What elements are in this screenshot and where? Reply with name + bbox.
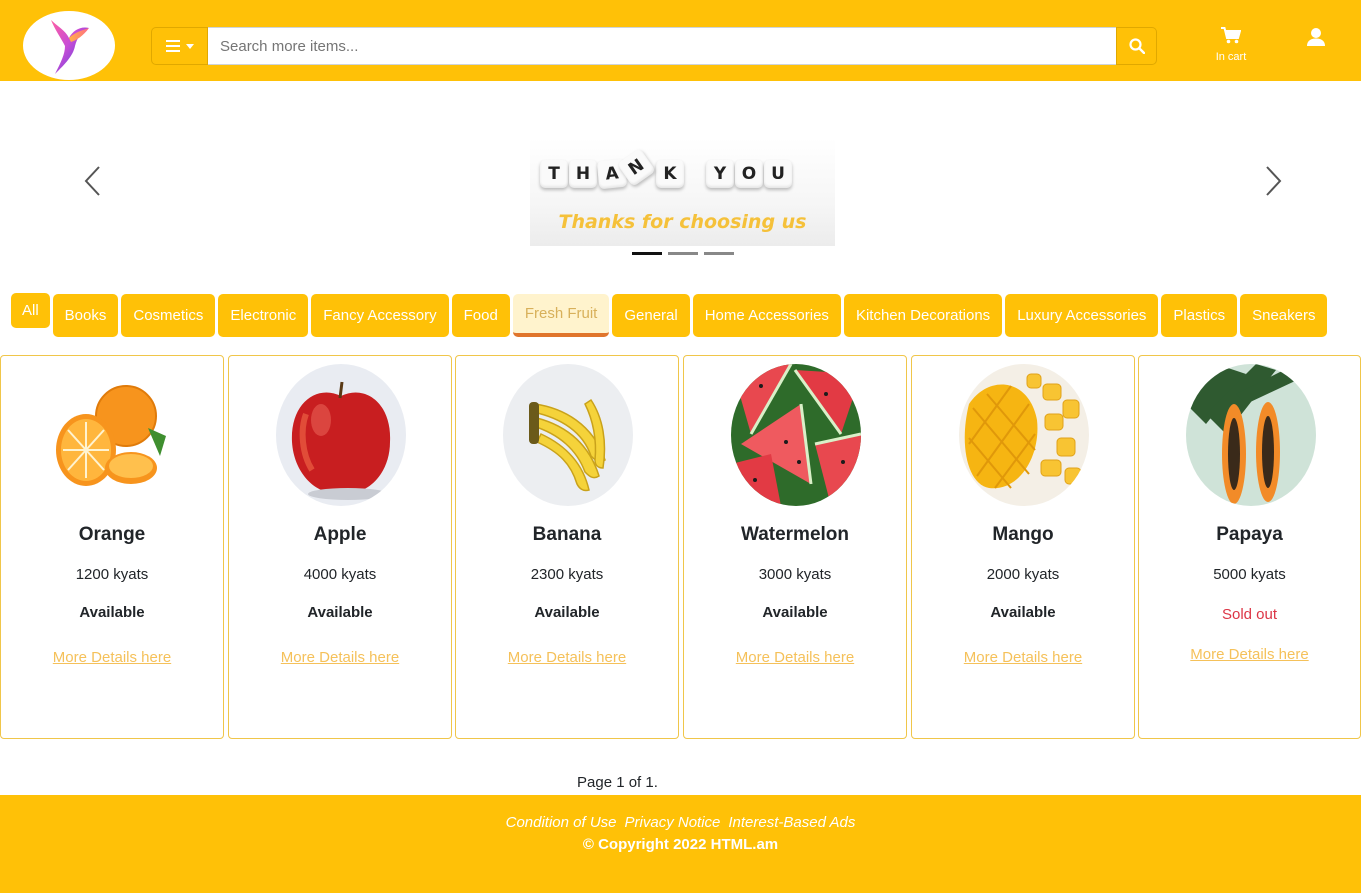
- product-card[interactable]: Banana 2300 kyats Available More Details he…: [455, 355, 679, 739]
- carousel-indicators: [632, 252, 734, 255]
- category-tab-kitchen-decorations[interactable]: Kitchen Decorations: [843, 294, 1003, 337]
- product-name: Banana: [532, 524, 602, 545]
- user-icon: [1307, 28, 1325, 46]
- product-price: 3000 kyats: [758, 566, 832, 583]
- category-tab-luxury-accessories[interactable]: Luxury Accessories: [1005, 294, 1159, 337]
- letter-die: O: [735, 160, 763, 188]
- letter-die: Y: [706, 160, 734, 188]
- caret-down-icon: [185, 43, 194, 49]
- category-tab-general[interactable]: General: [612, 294, 690, 337]
- footer-link-condition-of-use[interactable]: Condition of Use: [506, 814, 617, 831]
- product-card[interactable]: Orange 1200 kyats Available More Details he…: [0, 355, 224, 739]
- carousel-next-button[interactable]: [1258, 164, 1288, 198]
- product-name: Papaya: [1216, 524, 1283, 545]
- category-tab-cosmetics[interactable]: Cosmetics: [121, 294, 216, 337]
- category-tab-electronic[interactable]: Electronic: [218, 294, 309, 337]
- more-details-link[interactable]: More Details here: [229, 649, 451, 666]
- carousel-indicator[interactable]: [668, 252, 698, 255]
- product-name: Watermelon: [740, 524, 850, 545]
- more-details-link[interactable]: More Details here: [456, 649, 678, 666]
- cart-label: In cart: [1215, 51, 1247, 63]
- product-name: Apple: [313, 524, 367, 545]
- stock-status: Available: [79, 604, 145, 621]
- product-image[interactable]: [48, 364, 178, 506]
- product-name: Mango: [992, 524, 1054, 545]
- chevron-right-icon: [1266, 166, 1282, 196]
- search-button[interactable]: [1116, 27, 1157, 65]
- product-image[interactable]: [959, 364, 1089, 506]
- product-price: 5000 kyats: [1213, 566, 1286, 583]
- cart-button[interactable]: In cart: [1205, 27, 1257, 63]
- category-menu-button[interactable]: [151, 27, 208, 65]
- product-grid: Orange 1200 kyats Available More Details he…: [0, 355, 1361, 739]
- stock-status: Available: [762, 604, 828, 621]
- search-icon: [1128, 38, 1145, 54]
- product-image[interactable]: [503, 364, 633, 506]
- stock-status: Sold out: [1221, 606, 1278, 623]
- category-tab-food[interactable]: Food: [451, 294, 510, 337]
- brand-logo[interactable]: [23, 11, 115, 80]
- shopping-cart-icon: [1221, 27, 1242, 44]
- category-tab-sneakers[interactable]: Sneakers: [1240, 294, 1328, 337]
- category-tab-fancy-accessory[interactable]: Fancy Accessory: [311, 294, 449, 337]
- category-tab-plastics[interactable]: Plastics: [1161, 294, 1238, 337]
- more-details-link[interactable]: More Details here: [1, 649, 223, 666]
- thank-you-dice: THANKYOU: [540, 147, 792, 190]
- more-details-link[interactable]: More Details here: [684, 649, 906, 666]
- product-price: 2000 kyats: [986, 566, 1060, 583]
- banner-caption: Thanks for choosing us: [558, 211, 807, 233]
- pagination-info: Page 1 of 1.: [577, 774, 658, 791]
- search-bar: [151, 27, 1157, 65]
- category-tab-all[interactable]: All: [11, 293, 50, 328]
- carousel-indicator[interactable]: [704, 252, 734, 255]
- footer-link-interest-based-ads[interactable]: Interest-Based Ads: [728, 814, 855, 831]
- product-card[interactable]: Watermelon 3000 kyats Available More Detail…: [683, 355, 907, 739]
- carousel-indicator[interactable]: [632, 252, 662, 255]
- footer-links: Condition of Use Privacy Notice Interest-B…: [0, 814, 1361, 831]
- hummingbird-logo-icon: [51, 19, 89, 74]
- product-name: Orange: [78, 524, 146, 545]
- letter-die: U: [764, 160, 792, 188]
- product-price: 4000 kyats: [303, 566, 377, 583]
- hamburger-icon: [165, 40, 180, 52]
- chevron-left-icon: [84, 166, 100, 196]
- category-tab-fresh-fruit[interactable]: Fresh Fruit: [512, 294, 610, 337]
- category-tab-home-accessories[interactable]: Home Accessories: [692, 294, 841, 337]
- product-price: 2300 kyats: [530, 566, 604, 583]
- more-details-link[interactable]: More Details here: [912, 649, 1134, 666]
- category-tab-books[interactable]: Books: [52, 294, 119, 337]
- dice-gap: [685, 160, 705, 188]
- letter-die: K: [656, 160, 684, 188]
- stock-status: Available: [990, 604, 1056, 621]
- footer-link-privacy-notice[interactable]: Privacy Notice: [625, 814, 721, 831]
- copyright: © Copyright 2022 HTML.am: [582, 836, 779, 853]
- search-input[interactable]: [208, 27, 1116, 65]
- carousel-slide[interactable]: THANKYOU Thanks for choosing us: [530, 138, 835, 246]
- more-details-link[interactable]: More Details here: [1139, 646, 1360, 663]
- top-navbar: In cart: [0, 0, 1361, 81]
- product-card[interactable]: Papaya 5000 kyats Sold out More Details her…: [1138, 355, 1361, 739]
- carousel-prev-button[interactable]: [78, 164, 108, 198]
- user-account-button[interactable]: [1305, 27, 1327, 47]
- stock-status: Available: [534, 604, 600, 621]
- product-price: 1200 kyats: [75, 566, 149, 583]
- letter-die: H: [569, 160, 597, 188]
- product-image[interactable]: [1186, 364, 1316, 506]
- product-image[interactable]: [276, 364, 406, 506]
- product-image[interactable]: [731, 364, 861, 506]
- product-card[interactable]: Apple 4000 kyats Available More Details her…: [228, 355, 452, 739]
- stock-status: Available: [307, 604, 373, 621]
- category-tabs: All Books Cosmetics Electronic Fancy Accesso…: [11, 293, 1328, 337]
- letter-die: T: [540, 160, 568, 188]
- product-card[interactable]: Mango 2000 kyats Available More Details her…: [911, 355, 1135, 739]
- footer: Condition of Use Privacy Notice Interest-B…: [0, 795, 1361, 893]
